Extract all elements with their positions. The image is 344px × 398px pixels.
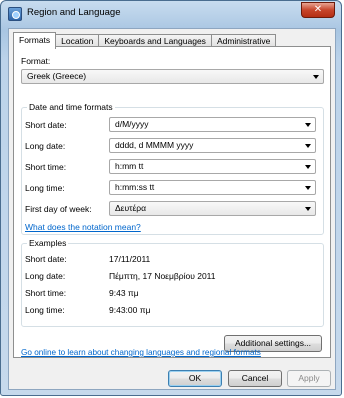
first-day-label: First day of week: bbox=[25, 204, 92, 214]
example-short-time-label: Short time: bbox=[25, 288, 67, 298]
apply-button[interactable]: Apply bbox=[287, 370, 331, 387]
example-short-date-value: 17/11/2011 bbox=[109, 254, 151, 264]
first-day-dropdown[interactable]: Δευτέρα bbox=[109, 201, 316, 216]
example-long-time-value: 9:43:00 πμ bbox=[109, 305, 151, 315]
short-time-label: Short time: bbox=[25, 162, 67, 172]
short-time-dropdown[interactable]: h:mm tt bbox=[109, 159, 316, 174]
chevron-down-icon bbox=[305, 165, 311, 169]
ok-button[interactable]: OK bbox=[168, 370, 222, 387]
notation-help-link[interactable]: What does the notation mean? bbox=[25, 222, 141, 232]
short-time-value: h:mm tt bbox=[115, 161, 144, 171]
globe-icon bbox=[8, 7, 22, 21]
example-short-time-value: 9:43 πμ bbox=[109, 288, 139, 298]
format-dropdown[interactable]: Greek (Greece) bbox=[21, 69, 324, 84]
window-title: Region and Language bbox=[27, 7, 121, 18]
cancel-button[interactable]: Cancel bbox=[228, 370, 282, 387]
long-date-value: dddd, d MMMM yyyy bbox=[115, 140, 194, 150]
first-day-value: Δευτέρα bbox=[115, 203, 147, 213]
tab-formats[interactable]: Formats bbox=[13, 32, 57, 49]
example-short-date-label: Short date: bbox=[25, 254, 67, 264]
date-time-formats-group: Date and time formats Short date: d/M/yy… bbox=[21, 102, 324, 235]
example-long-date-label: Long date: bbox=[25, 271, 66, 281]
tab-strip: Formats Location Keyboards and Languages… bbox=[13, 32, 277, 49]
chevron-down-icon bbox=[305, 207, 311, 211]
format-value: Greek (Greece) bbox=[27, 71, 87, 81]
format-label: Format: bbox=[21, 56, 51, 66]
chevron-down-icon bbox=[305, 123, 311, 127]
example-long-time-label: Long time: bbox=[25, 305, 65, 315]
long-time-dropdown[interactable]: h:mm:ss tt bbox=[109, 180, 316, 195]
formats-panel: Format: Greek (Greece) Date and time for… bbox=[13, 46, 331, 358]
examples-group: Examples Short date: 17/11/2011 Long dat… bbox=[21, 238, 324, 327]
title-bar[interactable]: Region and Language ✕ bbox=[1, 1, 341, 27]
region-language-window: Region and Language ✕ Formats Location K… bbox=[0, 0, 342, 396]
long-date-label: Long date: bbox=[25, 141, 66, 151]
long-time-label: Long time: bbox=[25, 183, 65, 193]
go-online-link[interactable]: Go online to learn about changing langua… bbox=[21, 348, 261, 357]
chevron-down-icon bbox=[305, 144, 311, 148]
examples-title: Examples bbox=[27, 238, 69, 248]
chevron-down-icon bbox=[313, 75, 319, 79]
example-long-date-value: Πέμπτη, 17 Νοεμβρίου 2011 bbox=[109, 271, 216, 281]
short-date-value: d/M/yyyy bbox=[115, 119, 149, 129]
long-time-value: h:mm:ss tt bbox=[115, 182, 155, 192]
long-date-dropdown[interactable]: dddd, d MMMM yyyy bbox=[109, 138, 316, 153]
short-date-label: Short date: bbox=[25, 120, 67, 130]
chevron-down-icon bbox=[305, 186, 311, 190]
close-button[interactable]: ✕ bbox=[301, 2, 335, 18]
short-date-dropdown[interactable]: d/M/yyyy bbox=[109, 117, 316, 132]
date-time-formats-title: Date and time formats bbox=[27, 102, 115, 112]
dialog-client: Formats Location Keyboards and Languages… bbox=[8, 28, 336, 390]
